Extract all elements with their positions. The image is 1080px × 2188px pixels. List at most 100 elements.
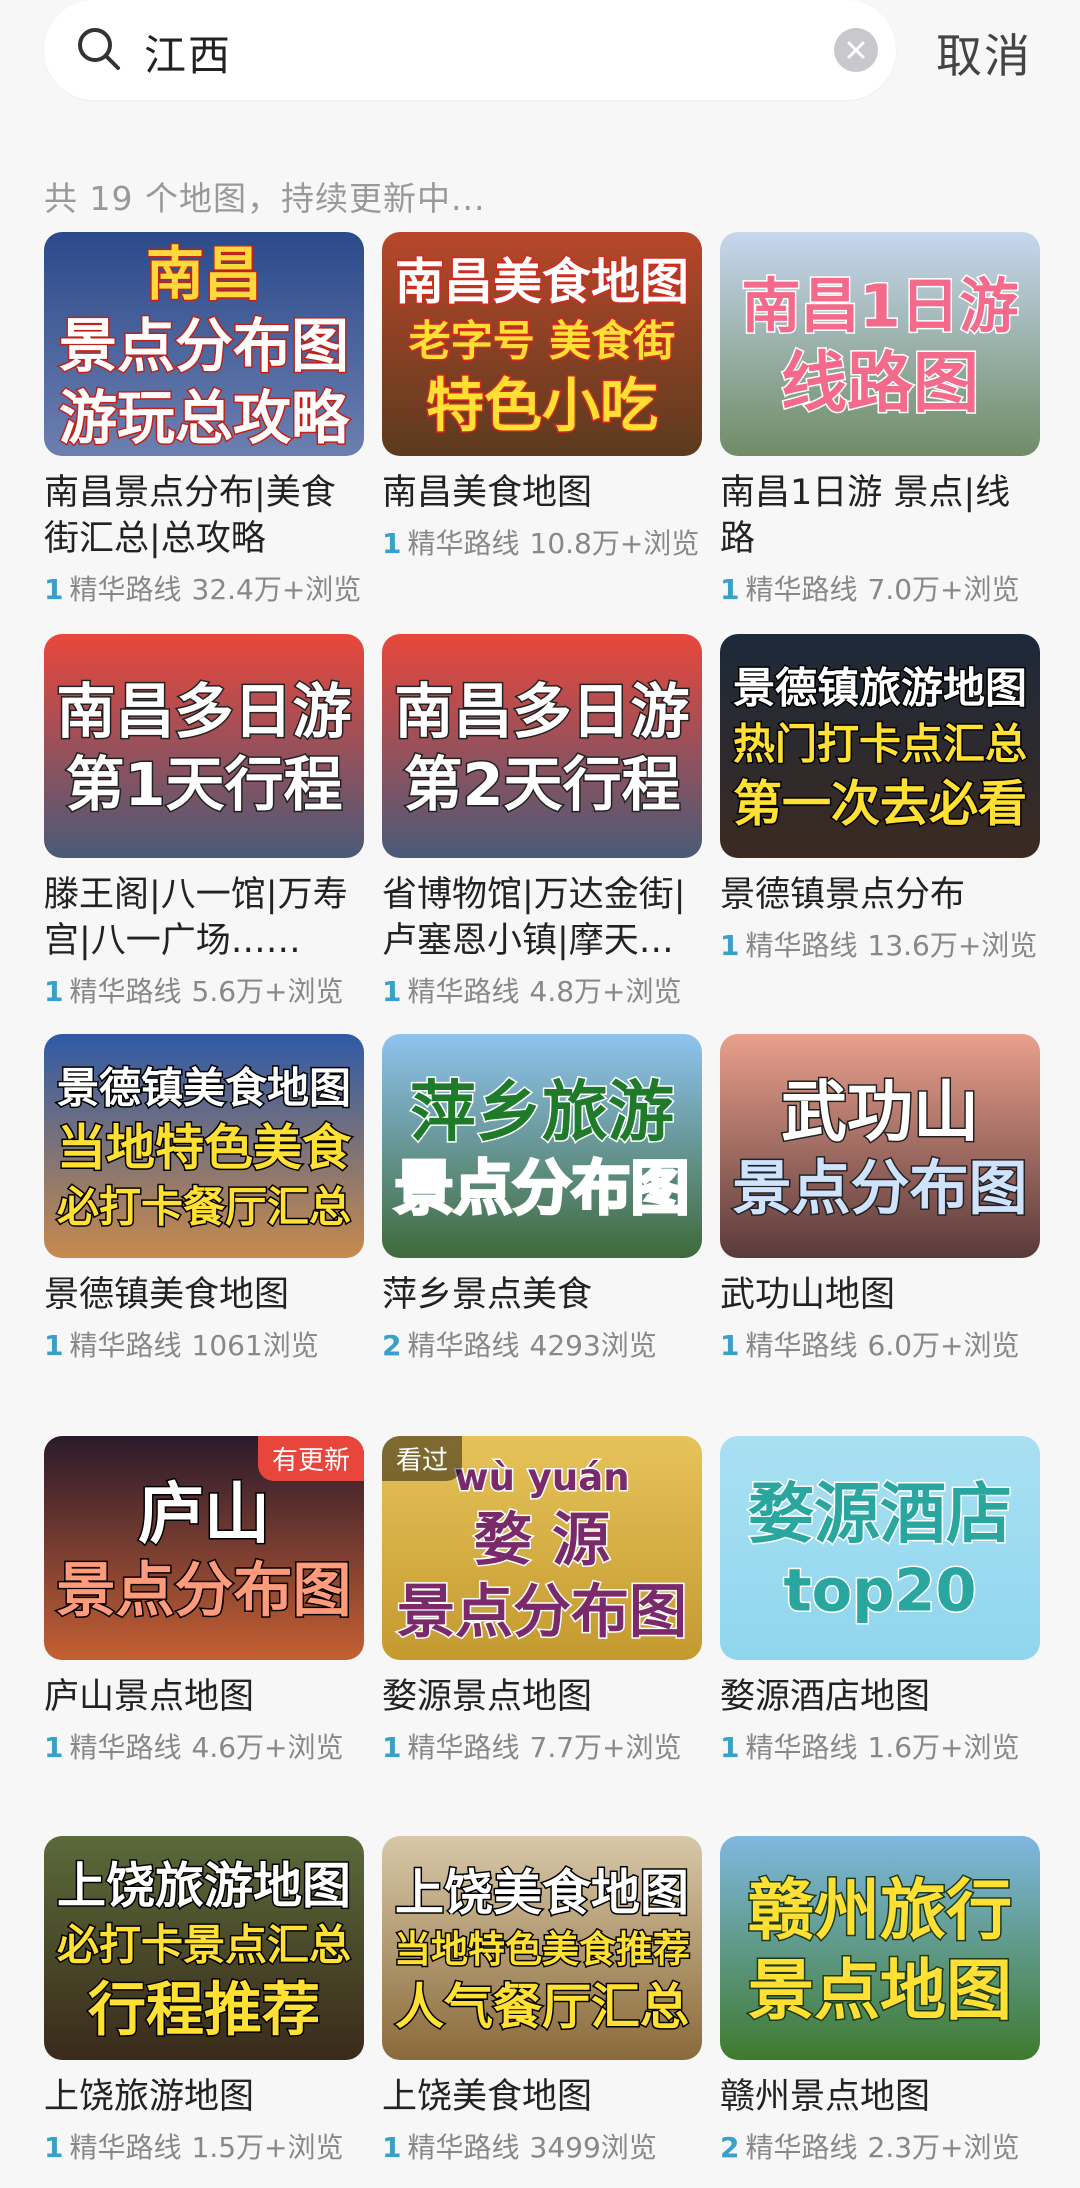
map-thumbnail[interactable]: 庐山 景点分布图 有更新: [44, 1436, 364, 1660]
map-card[interactable]: 庐山 景点分布图 有更新庐山景点地图 1 精华路线 4.6万+浏览: [44, 1436, 364, 1766]
map-thumbnail[interactable]: 南昌多日游 第1天行程: [44, 634, 364, 858]
route-label: 精华路线: [745, 1329, 858, 1362]
map-thumbnail[interactable]: 景德镇美食地图 当地特色美食 必打卡餐厅汇总: [44, 1034, 364, 1258]
thumbnail-caption: 必打卡景点汇总: [57, 1920, 351, 1969]
view-count: 2.3万+浏览: [867, 2131, 1020, 2164]
map-grid: 南昌 景点分布图 游玩总攻略南昌景点分布|美食街汇总|总攻略 1 精华路线 32.4万+浏…: [44, 232, 1040, 2188]
map-thumbnail[interactable]: 景德镇旅游地图 热门打卡点汇总第一次去必看: [720, 634, 1040, 858]
map-thumbnail[interactable]: 南昌美食地图 老字号 美食街 特色小吃: [382, 232, 702, 456]
view-count: 1.6万+浏览: [867, 1731, 1020, 1764]
map-thumbnail[interactable]: 武功山 景点分布图: [720, 1034, 1040, 1258]
map-card[interactable]: 赣州旅行 景点地图 赣州景点地图 2 精华路线 2.3万+浏览: [720, 1836, 1040, 2166]
map-card[interactable]: 景德镇旅游地图 热门打卡点汇总 第一次去必看 景德镇景点分布 1 精华路线 13.6万+浏览: [720, 634, 1040, 964]
map-meta: 1 精华路线 7.0万+浏览: [720, 568, 1040, 608]
thumbnail-caption: 特色小吃: [426, 372, 658, 440]
map-title[interactable]: 上饶美食地图: [382, 2074, 702, 2120]
map-card[interactable]: 南昌1日游 线路图南昌1日游 景点|线路 1 精华路线 7.0万+浏览: [720, 232, 1040, 608]
route-count: 1: [44, 975, 64, 1008]
thumbnail-caption: 萍乡旅游: [410, 1074, 674, 1151]
updated-badge: 有更新: [257, 1436, 364, 1481]
thumbnail-caption: 上饶美食地图: [395, 1865, 689, 1922]
thumbnail-caption: 庐山: [138, 1476, 270, 1553]
map-thumbnail[interactable]: 上饶旅游地图必打卡景点汇总行程推荐: [44, 1836, 364, 2060]
map-thumbnail[interactable]: 南昌 景点分布图 游玩总攻略: [44, 232, 364, 456]
thumbnail-caption: 当地特色美食推荐: [394, 1928, 690, 1971]
map-title[interactable]: 上饶旅游地图: [44, 2074, 364, 2120]
map-thumbnail[interactable]: 上饶美食地图 当地特色美食推荐 人气餐厅汇总: [382, 1836, 702, 2060]
map-title[interactable]: 庐山景点地图: [44, 1674, 364, 1720]
cancel-button[interactable]: 取消: [936, 20, 1032, 86]
thumbnail-caption: 景德镇旅游地图: [733, 663, 1027, 712]
thumbnail-caption: 景点分布图: [732, 1153, 1027, 1222]
thumbnail-caption: 婺源酒店: [748, 1476, 1012, 1553]
map-thumbnail[interactable]: 萍乡旅游 景点分布图: [382, 1034, 702, 1258]
map-card[interactable]: 上饶美食地图 当地特色美食推荐 人气餐厅汇总 上饶美食地图 1 精华路线 3499浏览: [382, 1836, 702, 2166]
thumbnail-caption: 第2天行程: [403, 750, 680, 819]
map-meta: 1 精华路线 32.4万+浏览: [44, 568, 364, 608]
map-card[interactable]: 南昌 景点分布图 游玩总攻略南昌景点分布|美食街汇总|总攻略 1 精华路线 32.4万+浏…: [44, 232, 364, 608]
map-card[interactable]: wù yuán 婺 源景点分布图 看过 婺源景点地图 1 精华路线 7.7万+浏览: [382, 1436, 702, 1766]
map-card[interactable]: 南昌美食地图 老字号 美食街 特色小吃 南昌美食地图 1 精华路线 10.8万+浏览: [382, 232, 702, 562]
route-count: 1: [382, 527, 402, 560]
map-title[interactable]: 景德镇景点分布: [720, 872, 1040, 918]
map-thumbnail[interactable]: 南昌1日游 线路图: [720, 232, 1040, 456]
map-card[interactable]: 上饶旅游地图 必打卡景点汇总 行程推荐 上饶旅游地图 1 精华路线 1.5万+浏览: [44, 1836, 364, 2166]
map-meta: 1 精华路线 6.0万+浏览: [720, 1324, 1040, 1364]
map-meta: 1 精华路线 3499浏览: [382, 2126, 702, 2166]
map-title[interactable]: 赣州景点地图: [720, 2074, 1040, 2120]
view-count: 6.0万+浏览: [867, 1329, 1020, 1362]
map-card[interactable]: 南昌多日游 第2天行程省博物馆|万达金街|卢塞恩小镇|摩天… 1 精华路线 4.8万+浏…: [382, 634, 702, 1010]
map-title[interactable]: 南昌景点分布|美食街汇总|总攻略: [44, 470, 364, 562]
thumbnail-caption: 上饶旅游地图: [57, 1858, 351, 1915]
search-icon: [74, 24, 124, 74]
view-count: 4293浏览: [529, 1329, 657, 1362]
map-title[interactable]: 南昌1日游 景点|线路: [720, 470, 1040, 562]
route-label: 精华路线: [745, 2131, 858, 2164]
thumbnail-caption: 行程推荐: [88, 1976, 320, 2044]
map-title[interactable]: 婺源景点地图: [382, 1674, 702, 1720]
thumbnail-caption: 第1天行程: [65, 750, 342, 819]
view-count: 3499浏览: [529, 2131, 657, 2164]
map-card[interactable]: 南昌多日游 第1天行程 滕王阁|八一馆|万寿宫|八一广场…… 1 精华路线 5.6万+浏览: [44, 634, 364, 1010]
route-count: 1: [44, 2131, 64, 2164]
map-title[interactable]: 南昌美食地图: [382, 470, 702, 516]
view-count: 7.7万+浏览: [529, 1731, 682, 1764]
view-count: 5.6万+浏览: [191, 975, 344, 1008]
route-count: 1: [382, 2131, 402, 2164]
route-count: 1: [44, 1329, 64, 1362]
map-title[interactable]: 省博物馆|万达金街|卢塞恩小镇|摩天…: [382, 872, 702, 964]
thumbnail-caption: top20: [783, 1555, 976, 1624]
map-card[interactable]: 武功山 景点分布图 武功山地图 1 精华路线 6.0万+浏览: [720, 1034, 1040, 1364]
thumbnail-caption: 第一次去必看: [733, 776, 1027, 833]
thumbnail-caption: 武功山: [781, 1074, 979, 1151]
map-card[interactable]: 景德镇美食地图 当地特色美食 必打卡餐厅汇总景德镇美食地图 1 精华路线 1061浏览: [44, 1034, 364, 1364]
map-thumbnail[interactable]: 赣州旅行 景点地图: [720, 1836, 1040, 2060]
route-count: 1: [382, 975, 402, 1008]
map-title[interactable]: 滕王阁|八一馆|万寿宫|八一广场……: [44, 872, 364, 964]
thumbnail-caption: 热门打卡点汇总: [733, 719, 1027, 768]
map-title[interactable]: 婺源酒店地图: [720, 1674, 1040, 1720]
map-meta: 1 精华路线 1061浏览: [44, 1324, 364, 1364]
map-meta: 1 精华路线 1.5万+浏览: [44, 2126, 364, 2166]
map-card[interactable]: 萍乡旅游 景点分布图 萍乡景点美食 2 精华路线 4293浏览: [382, 1034, 702, 1364]
map-thumbnail[interactable]: 南昌多日游 第2天行程: [382, 634, 702, 858]
thumbnail-caption: 赣州旅行: [748, 1872, 1012, 1949]
map-thumbnail[interactable]: wù yuán 婺 源景点分布图 看过: [382, 1436, 702, 1660]
map-meta: 1 精华路线 4.6万+浏览: [44, 1726, 364, 1766]
route-count: 1: [720, 1731, 740, 1764]
map-thumbnail[interactable]: 婺源酒店 top20: [720, 1436, 1040, 1660]
view-count: 4.6万+浏览: [191, 1731, 344, 1764]
route-count: 1: [382, 1731, 402, 1764]
map-title[interactable]: 萍乡景点美食: [382, 1272, 702, 1318]
map-card[interactable]: 婺源酒店 top20 婺源酒店地图 1 精华路线 1.6万+浏览: [720, 1436, 1040, 1766]
top-bar: 江西 取消: [0, 0, 1080, 118]
map-meta: 1 精华路线 4.8万+浏览: [382, 970, 702, 1010]
search-query[interactable]: 江西: [144, 22, 232, 83]
search-box[interactable]: 江西: [44, 0, 896, 100]
map-title[interactable]: 景德镇美食地图: [44, 1272, 364, 1318]
thumbnail-caption: 线路图: [781, 345, 979, 422]
route-label: 精华路线: [69, 573, 182, 606]
clear-icon[interactable]: [834, 28, 878, 72]
map-title[interactable]: 武功山地图: [720, 1272, 1040, 1318]
route-count: 1: [720, 573, 740, 606]
